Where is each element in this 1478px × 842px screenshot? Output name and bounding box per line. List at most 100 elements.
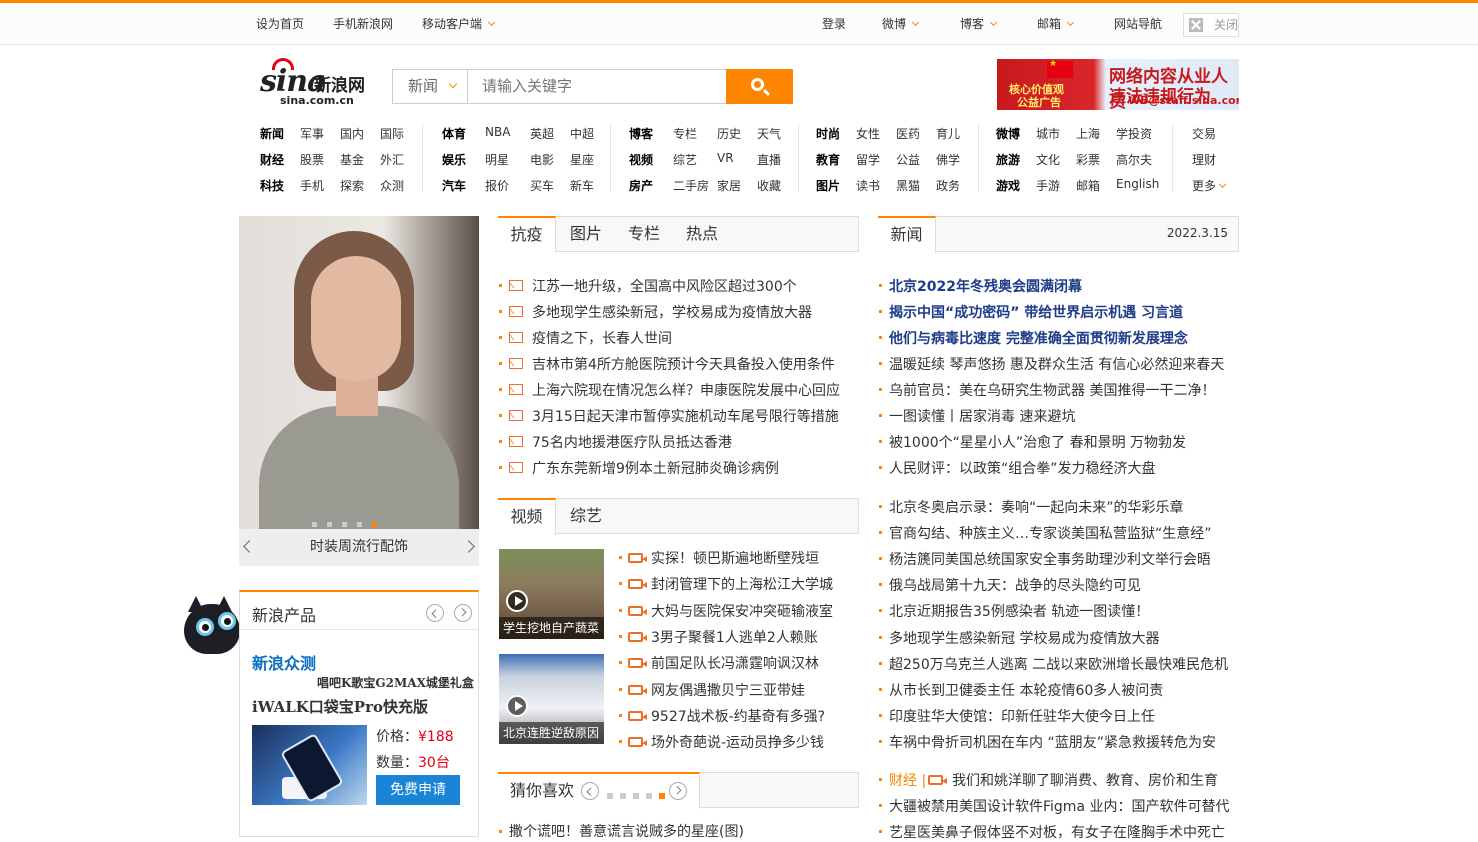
nav-link[interactable]: 佛学	[936, 151, 960, 168]
nav-link[interactable]: 报价	[485, 177, 509, 194]
nav-link[interactable]: 女性	[856, 125, 880, 142]
nav-link[interactable]: NBA	[485, 125, 510, 139]
nav-link[interactable]: 政务	[936, 177, 960, 194]
zhongce-link[interactable]: 新浪众测	[252, 650, 316, 674]
video-news-item[interactable]: 大妈与医院保安冲突砸输液室	[651, 601, 856, 621]
nav-link[interactable]: 图片	[816, 177, 840, 194]
blog-menu[interactable]: 博客	[960, 15, 998, 32]
prev-arrow-icon[interactable]	[243, 540, 256, 553]
more-menu[interactable]: 更多	[1192, 177, 1227, 194]
nav-link[interactable]: 留学	[856, 151, 880, 168]
nav-link[interactable]: 时尚	[816, 125, 840, 142]
nav-link[interactable]: 旅游	[996, 151, 1020, 168]
video-news-item[interactable]: 封闭管理下的上海松江大学城	[651, 574, 856, 594]
hero-caption[interactable]: 时装周流行配饰	[310, 539, 408, 555]
nav-link[interactable]: 高尔夫	[1116, 151, 1152, 168]
slide-dot[interactable]	[342, 522, 347, 527]
nav-link[interactable]: 城市	[1036, 125, 1060, 142]
news-item[interactable]: 乌前官员：美在乌研究生物武器 美国推得一干二净！	[889, 380, 1234, 400]
weibo-menu[interactable]: 微博	[882, 15, 920, 32]
next-arrow-icon[interactable]	[462, 540, 475, 553]
nav-link[interactable]: 新闻	[260, 125, 284, 142]
nav-link[interactable]: 公益	[896, 151, 920, 168]
epidemic-news-item[interactable]: 上海六院现在情况怎么样？申康医院发展中心回应	[532, 380, 857, 400]
nav-link[interactable]: 科技	[260, 177, 284, 194]
mobile-client-menu[interactable]: 移动客户端	[422, 15, 496, 32]
nav-link[interactable]: 专栏	[673, 125, 697, 142]
news-item[interactable]: 多地现学生感染新冠 学校易成为疫情放大器	[889, 628, 1234, 648]
news-item[interactable]: 官商勾结、种族主义…专家谈美国私营监狱“生意经”	[889, 523, 1234, 543]
page-dot[interactable]	[646, 793, 652, 799]
nav-link[interactable]: 国内	[340, 125, 364, 142]
news-item[interactable]: 一图读懂丨居家消毒 速来避坑	[889, 406, 1234, 426]
video-news-item[interactable]: 实探！顿巴斯遍地断壁残垣	[651, 548, 856, 568]
finance-tag[interactable]: 财经 |	[889, 770, 926, 790]
news-item[interactable]: 北京冬奥启示录：奏响“一起向未来”的华彩乐章	[889, 497, 1234, 517]
set-home-link[interactable]: 设为首页	[256, 15, 304, 32]
nav-link[interactable]: 综艺	[673, 151, 697, 168]
nav-link[interactable]: 医药	[896, 125, 920, 142]
nav-link[interactable]: 收藏	[757, 177, 781, 194]
close-button[interactable]: 关闭	[1183, 13, 1239, 37]
slide-dot-active[interactable]	[372, 522, 377, 527]
nav-link[interactable]: 英超	[530, 125, 554, 142]
page-dot[interactable]	[620, 793, 626, 799]
nav-link[interactable]: VR	[717, 151, 734, 165]
cat-mascot-icon[interactable]	[176, 596, 240, 660]
epidemic-news-item[interactable]: 广东东莞新增9例本土新冠肺炎确诊病例	[532, 458, 857, 478]
nav-link[interactable]: 游戏	[996, 177, 1020, 194]
nav-link[interactable]: 军事	[300, 125, 324, 142]
slide-dot[interactable]	[327, 522, 332, 527]
slide-dot[interactable]	[357, 522, 362, 527]
karaoke-product-link[interactable]: 唱吧K歌宝G2MAX城堡礼盒	[317, 674, 474, 691]
tab-news[interactable]: 新闻	[878, 216, 936, 253]
epidemic-news-item[interactable]: 75名内地援港医疗队员抵达香港	[532, 432, 857, 452]
hero-slideshow[interactable]: 时装周流行配饰	[239, 216, 479, 566]
login-link[interactable]: 登录	[822, 15, 846, 32]
tab-hot[interactable]: 热点	[673, 216, 731, 252]
news-item[interactable]: 被1000个“星星小人”治愈了 春和景明 万物勃发	[889, 432, 1234, 452]
page-dot-active[interactable]	[659, 793, 665, 799]
video-news-item[interactable]: 网友偶遇撒贝宁三亚带娃	[651, 680, 856, 700]
tab-columns[interactable]: 专栏	[615, 216, 673, 252]
slide-dot[interactable]	[312, 522, 317, 527]
nav-link[interactable]: 基金	[340, 151, 364, 168]
page-dot[interactable]	[633, 793, 639, 799]
epidemic-news-item[interactable]: 3月15日起天津市暂停实施机动车尾号限行等措施	[532, 406, 857, 426]
nav-link[interactable]: 读书	[856, 177, 880, 194]
nav-link[interactable]: 教育	[816, 151, 840, 168]
guess-item[interactable]: 撒个谎吧！善意谎言说贼多的星座(图)	[509, 821, 854, 841]
nav-link[interactable]: 邮箱	[1076, 177, 1100, 194]
news-item[interactable]: 印度驻华大使馆：印新任驻华大使今日上任	[889, 706, 1234, 726]
nav-link[interactable]: 黑猫	[896, 177, 920, 194]
nav-link[interactable]: 汽车	[442, 177, 466, 194]
nav-link[interactable]: 手机	[300, 177, 324, 194]
ad-banner[interactable]: 核心价值观 公益广告 网络内容从业人员 违法违规行为 WB@staff.sina…	[997, 59, 1239, 110]
news-item[interactable]: 从市长到卫健委主任 本轮疫情60多人被问责	[889, 680, 1234, 700]
nav-link[interactable]: 学投资	[1116, 125, 1152, 142]
headline-news-item[interactable]: 他们与病毒比速度 完整准确全面贯彻新发展理念	[889, 328, 1234, 348]
prev-page-icon[interactable]	[422, 600, 448, 626]
nav-link[interactable]: 博客	[629, 125, 653, 142]
news-item[interactable]: 温暖延续 琴声悠扬 惠及群众生活 有信心必然迎来春天	[889, 354, 1234, 374]
nav-link[interactable]: 直播	[757, 151, 781, 168]
nav-link[interactable]: 手游	[1036, 177, 1060, 194]
product-image[interactable]	[252, 725, 367, 805]
iwalk-product-title[interactable]: iWALK口袋宝Pro快充版	[252, 696, 428, 717]
video-thumb[interactable]: 北京连胜逆敌原因	[499, 654, 604, 744]
news-item[interactable]: 车祸中骨折司机困在车内 “蓝朋友”紧急救援转危为安	[889, 732, 1234, 752]
free-apply-button[interactable]: 免费申请	[376, 775, 460, 805]
epidemic-news-item[interactable]: 吉林市第4所方舱医院预计今天具备投入使用条件	[532, 354, 857, 374]
sina-logo[interactable]: sina 新浪网 sina.com.cn	[258, 58, 373, 108]
nav-link[interactable]: 房产	[629, 177, 653, 194]
news-item[interactable]: 超250万乌克兰人逃离 二战以来欧洲增长最快难民危机	[889, 654, 1234, 674]
search-button[interactable]	[726, 69, 793, 104]
nav-link[interactable]: 视频	[629, 151, 653, 168]
news-item[interactable]: 杨洁篪同美国总统国家安全事务助理沙利文举行会晤	[889, 549, 1234, 569]
nav-link[interactable]: 彩票	[1076, 151, 1100, 168]
finance-news-item[interactable]: 我们和姚洋聊了聊消费、教育、房价和生育	[952, 770, 1232, 790]
search-category-select[interactable]: 新闻	[393, 70, 468, 103]
news-item[interactable]: 俄乌战局第十九天：战争的尽头隐约可见	[889, 575, 1234, 595]
tab-variety[interactable]: 综艺	[557, 498, 615, 534]
nav-link[interactable]: 中超	[570, 125, 594, 142]
